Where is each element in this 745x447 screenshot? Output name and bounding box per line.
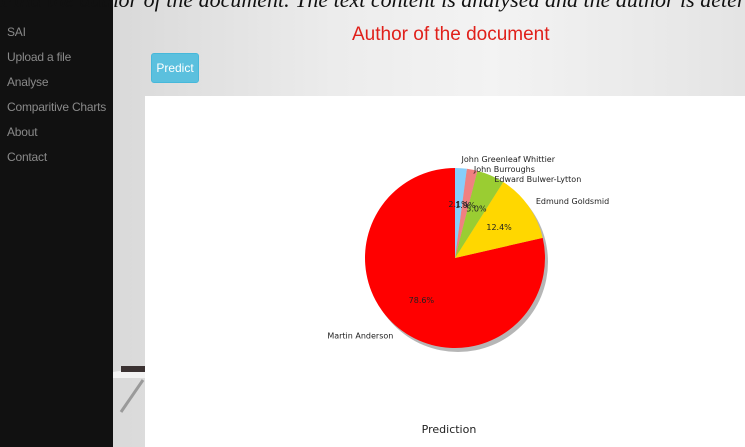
predict-button[interactable]: Predict	[151, 53, 199, 83]
pie-category-label: Edward Bulwer-Lytton	[494, 175, 581, 184]
pie-pct-label: 12.4%	[486, 223, 512, 232]
pie-category-label: John Greenleaf Whittier	[461, 155, 556, 164]
sidebar-item-analyse[interactable]: Analyse	[7, 75, 48, 89]
pie-chart: 78.6%12.4%5.0%1.9%2.1% Martin AndersonEd…	[327, 155, 609, 436]
pie-category-label: Edmund Goldsmid	[536, 197, 609, 206]
pie-pct-label: 78.6%	[409, 296, 435, 305]
sidebar-item-about[interactable]: About	[7, 125, 38, 139]
chart-xlabel: Prediction	[422, 423, 477, 436]
pie-category-label: Martin Anderson	[327, 331, 393, 340]
pie-category-label: John Burroughs	[473, 165, 535, 174]
pie-pct-label: 2.1%	[448, 200, 469, 209]
sidebar-item-sai[interactable]: SAI	[7, 25, 26, 39]
top-cropped-text-content: Find the author of the document. The tex…	[0, 0, 745, 12]
sidebar-item-contact[interactable]: Contact	[7, 150, 47, 164]
sidebar: SAI Upload a file Analyse Comparitive Ch…	[0, 0, 113, 447]
sidebar-item-upload[interactable]: Upload a file	[7, 50, 71, 64]
sidebar-item-comparitive-charts[interactable]: Comparitive Charts	[7, 100, 106, 114]
top-cropped-text: Find the author of the document. The tex…	[0, 0, 745, 12]
page-title: Author of the document	[352, 24, 550, 45]
